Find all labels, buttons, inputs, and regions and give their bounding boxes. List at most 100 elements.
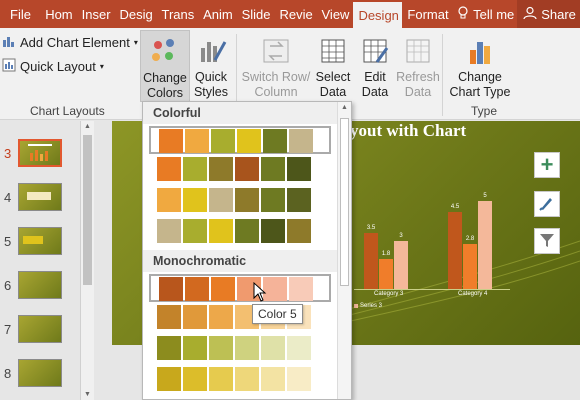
edit-data-label-1: Edit bbox=[364, 70, 386, 84]
slide-thumbnail[interactable]: 8 bbox=[0, 359, 80, 387]
slide-thumbnail-image bbox=[18, 183, 62, 211]
chart-bar[interactable] bbox=[463, 244, 477, 289]
tab-home[interactable]: Hom bbox=[40, 0, 76, 28]
color-swatch bbox=[157, 188, 181, 212]
slide-thumbnail[interactable]: 3 bbox=[0, 139, 80, 167]
switch-row-column-button[interactable]: Switch Row/ Column bbox=[240, 34, 312, 100]
slide-number: 3 bbox=[4, 145, 12, 161]
color-option-row[interactable] bbox=[149, 157, 331, 185]
scroll-up-arrow-icon[interactable]: ▲ bbox=[84, 123, 91, 130]
filter-icon bbox=[538, 231, 556, 252]
person-icon bbox=[523, 6, 537, 23]
color-option-row[interactable] bbox=[149, 274, 331, 302]
refresh-data-label-2: Data bbox=[404, 85, 432, 99]
tab-view[interactable]: View bbox=[317, 0, 354, 28]
plus-icon: + bbox=[540, 152, 554, 177]
share-button[interactable]: Share bbox=[517, 0, 580, 28]
chart-elements-button[interactable]: + bbox=[534, 152, 560, 178]
color-swatch bbox=[183, 367, 207, 391]
scroll-up-arrow-icon[interactable]: ▲ bbox=[341, 104, 348, 111]
scrollbar-thumb[interactable] bbox=[83, 135, 92, 285]
color-option-row[interactable] bbox=[149, 188, 331, 216]
color-option-row[interactable] bbox=[149, 219, 331, 247]
switch-row-column-label-2: Column bbox=[254, 85, 298, 99]
tab-file[interactable]: File bbox=[0, 0, 40, 28]
tab-chart-design[interactable]: Design bbox=[353, 2, 403, 28]
chart-bar[interactable] bbox=[448, 212, 462, 289]
tab-insert[interactable]: Inser bbox=[77, 0, 115, 28]
chart-bar[interactable] bbox=[394, 241, 408, 289]
color-swatch bbox=[209, 219, 233, 243]
color-swatch bbox=[287, 188, 311, 212]
quick-styles-label-2: Styles bbox=[193, 85, 229, 99]
color-swatch bbox=[157, 367, 181, 391]
section-header-colorful: Colorful bbox=[143, 102, 337, 124]
data-label: 3.5 bbox=[366, 225, 376, 231]
color-swatch bbox=[287, 336, 311, 360]
color-swatch bbox=[209, 336, 233, 360]
edit-data-button[interactable]: Edit Data bbox=[354, 34, 396, 100]
add-chart-element-label: Add Chart Element bbox=[20, 35, 130, 50]
scrollbar-thumb[interactable] bbox=[340, 118, 349, 286]
slide-thumbnail[interactable]: 5 bbox=[0, 227, 80, 255]
chevron-down-icon: ▾ bbox=[133, 38, 138, 47]
slide-thumbnail-image bbox=[18, 359, 62, 387]
quick-styles-button[interactable]: Quick Styles bbox=[188, 34, 234, 100]
slide-thumbnail[interactable]: 4 bbox=[0, 183, 80, 211]
color-swatch bbox=[209, 305, 233, 329]
edit-data-label-2: Data bbox=[361, 85, 389, 99]
dropdown-scrollbar[interactable]: ▲ bbox=[337, 102, 351, 399]
chart-bar[interactable] bbox=[364, 233, 378, 289]
color-swatch bbox=[261, 336, 285, 360]
color-option-row[interactable] bbox=[149, 336, 331, 364]
color-swatch bbox=[157, 336, 181, 360]
tab-animations[interactable]: Anim bbox=[198, 0, 237, 28]
color-swatch bbox=[289, 129, 313, 153]
lightbulb-icon bbox=[457, 5, 469, 23]
color-swatch bbox=[261, 367, 285, 391]
change-chart-type-button[interactable]: Change Chart Type bbox=[446, 34, 514, 100]
tab-slide-show[interactable]: Slide bbox=[237, 0, 275, 28]
color-swatch bbox=[183, 157, 207, 181]
slide-thumbnail[interactable]: 7 bbox=[0, 315, 80, 343]
color-option-row[interactable] bbox=[149, 126, 331, 154]
group-label-type: Type bbox=[471, 104, 498, 118]
scroll-down-arrow-icon[interactable]: ▼ bbox=[84, 391, 91, 398]
ribbon-divider bbox=[442, 34, 443, 116]
color-swatch bbox=[235, 219, 259, 243]
section-header-monochromatic: Monochromatic bbox=[143, 250, 337, 272]
tell-me-label: Tell me bbox=[473, 6, 515, 22]
tab-transitions[interactable]: Trans bbox=[157, 0, 199, 28]
switch-row-column-icon bbox=[258, 34, 294, 68]
change-colors-button[interactable]: Change Colors bbox=[140, 30, 190, 102]
chart-bar[interactable] bbox=[379, 259, 393, 289]
color-swatch bbox=[157, 219, 181, 243]
tab-format[interactable]: Format bbox=[402, 0, 452, 28]
tell-me-box[interactable]: Tell me bbox=[452, 0, 517, 28]
slide-thumbnail[interactable]: 6 bbox=[0, 271, 80, 299]
chart-bar[interactable] bbox=[478, 201, 492, 289]
change-colors-dropdown: Colorful Monochromatic ▲ bbox=[142, 101, 352, 400]
color-option-row[interactable] bbox=[149, 305, 331, 333]
data-label: 5 bbox=[483, 193, 487, 199]
quick-layout-button[interactable]: Quick Layout ▾ bbox=[2, 58, 104, 75]
color-swatch bbox=[261, 157, 285, 181]
chart-styles-button[interactable] bbox=[534, 191, 560, 217]
add-chart-element-button[interactable]: Add Chart Element ▾ bbox=[2, 34, 138, 51]
color-swatch bbox=[185, 277, 209, 301]
chart-filters-button[interactable] bbox=[534, 228, 560, 254]
slide-number: 5 bbox=[4, 233, 12, 249]
select-data-button[interactable]: Select Data bbox=[312, 34, 354, 100]
color-option-row[interactable] bbox=[149, 367, 331, 395]
tab-review[interactable]: Revie bbox=[274, 0, 316, 28]
slide-title[interactable]: yout with Chart bbox=[350, 121, 466, 141]
color-swatch bbox=[183, 188, 207, 212]
color-swatch bbox=[287, 219, 311, 243]
thumbnail-scrollbar[interactable]: ▲ ▼ bbox=[80, 121, 94, 400]
slide-thumbnail-image bbox=[18, 315, 62, 343]
refresh-data-button[interactable]: Refresh Data bbox=[396, 34, 440, 100]
select-data-label-1: Select bbox=[315, 70, 351, 84]
palette-icon bbox=[147, 35, 183, 69]
color-swatch bbox=[235, 367, 259, 391]
tab-design-main[interactable]: Desig bbox=[114, 0, 156, 28]
